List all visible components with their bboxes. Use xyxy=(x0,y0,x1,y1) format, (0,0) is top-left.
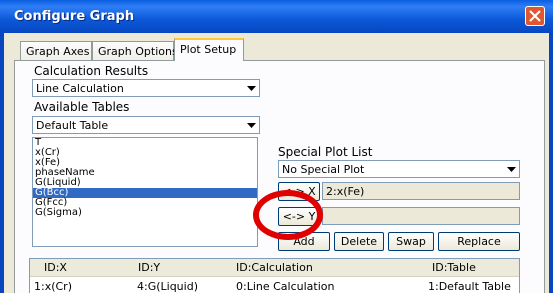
calculation-results-value: Line Calculation xyxy=(36,82,124,95)
column-header-id-y[interactable]: ID:Y xyxy=(138,261,160,274)
replace-button[interactable]: Replace xyxy=(438,232,520,251)
highlight-circle xyxy=(253,190,323,240)
list-item[interactable]: x(Cr) xyxy=(33,148,257,158)
available-tables-dropdown[interactable] xyxy=(244,117,259,133)
window-border-right xyxy=(549,33,553,293)
y-column-field xyxy=(322,207,520,225)
tab-graph-options[interactable]: Graph Options xyxy=(92,41,178,60)
table-cell[interactable]: 1:Default Table xyxy=(428,280,511,293)
tab-graph-axes[interactable]: Graph Axes xyxy=(20,41,92,60)
list-item[interactable]: T xyxy=(33,138,257,148)
chevron-down-icon xyxy=(247,86,256,91)
column-header-id-x[interactable]: ID:X xyxy=(44,261,67,274)
swap-button[interactable]: Swap xyxy=(388,232,434,251)
configure-graph-window: Configure Graph Graph Axes Graph Options… xyxy=(0,0,553,293)
available-tables-label: Available Tables xyxy=(34,100,130,114)
calculation-results-label: Calculation Results xyxy=(34,64,149,78)
column-header-id-table[interactable]: ID:Table xyxy=(432,261,476,274)
available-tables-select[interactable]: Default Table xyxy=(32,116,260,134)
special-plot-dropdown[interactable] xyxy=(504,161,519,177)
calculation-results-select[interactable]: Line Calculation xyxy=(32,79,260,97)
special-plot-select[interactable]: No Special Plot xyxy=(278,160,520,178)
special-plot-value: No Special Plot xyxy=(282,163,365,176)
calculation-results-dropdown[interactable] xyxy=(244,80,259,96)
table-header: ID:X ID:Y ID:Calculation ID:Table xyxy=(30,259,519,277)
x-column-field: 2:x(Fe) xyxy=(322,182,520,200)
column-header-id-calculation[interactable]: ID:Calculation xyxy=(236,261,313,274)
title-bar: Configure Graph xyxy=(0,0,553,33)
window-title: Configure Graph xyxy=(14,9,135,24)
table-columns-list[interactable]: T x(Cr) x(Fe) phaseName G(Liquid) G(Bcc)… xyxy=(32,137,258,247)
table-cell[interactable]: 4:G(Liquid) xyxy=(137,280,198,293)
special-plot-list-label: Special Plot List xyxy=(278,145,373,159)
tab-plot-setup[interactable]: Plot Setup xyxy=(174,38,244,61)
table-cell[interactable]: 0:Line Calculation xyxy=(236,280,335,293)
list-item[interactable]: G(Sigma) xyxy=(33,208,257,218)
available-tables-value: Default Table xyxy=(36,119,109,132)
close-button[interactable] xyxy=(525,6,545,26)
table-cell[interactable]: 1:x(Cr) xyxy=(34,280,72,293)
plot-list-table[interactable]: ID:X ID:Y ID:Calculation ID:Table 1:x(Cr… xyxy=(29,258,520,293)
window-border-left xyxy=(0,33,4,293)
delete-button[interactable]: Delete xyxy=(334,232,384,251)
chevron-down-icon xyxy=(247,123,256,128)
close-icon xyxy=(529,10,541,22)
chevron-down-icon xyxy=(507,167,516,172)
